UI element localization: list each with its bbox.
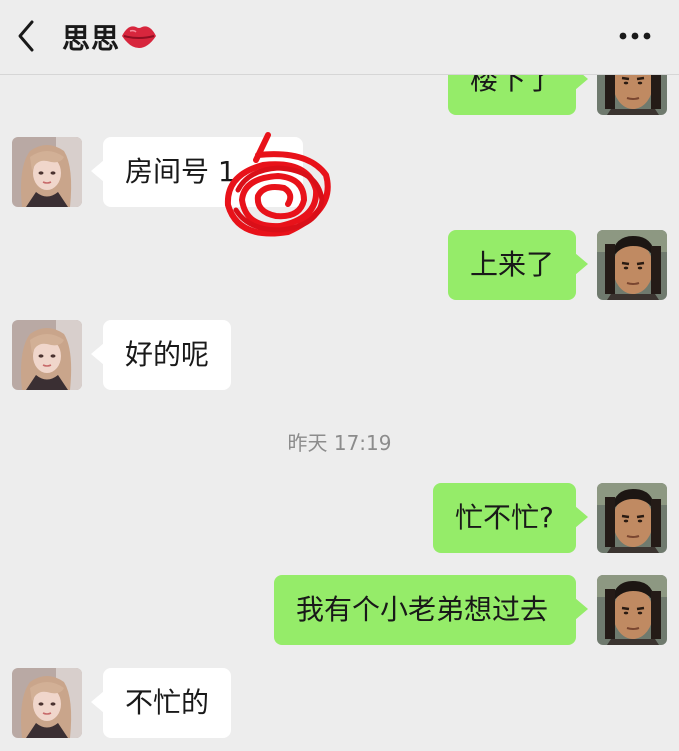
more-options-button[interactable] (612, 24, 658, 48)
back-button[interactable] (10, 16, 46, 56)
message-timestamp: 昨天 17:19 (287, 431, 392, 455)
chat-header: 思思 (0, 0, 679, 75)
message-bubble-outgoing[interactable]: 我有个小老弟想过去 (274, 575, 588, 645)
kiss-lips-icon (122, 26, 156, 48)
contact-avatar[interactable] (12, 137, 82, 207)
message-bubble-outgoing[interactable]: 上来了 (448, 230, 588, 300)
message-bubble-outgoing[interactable]: 楼下了 (448, 75, 588, 115)
message-bubble-outgoing[interactable]: 忙不忙? (433, 483, 588, 553)
my-avatar[interactable] (597, 230, 667, 300)
ellipsis-icon (619, 32, 651, 40)
contact-name[interactable]: 思思 (62, 17, 120, 57)
contact-avatar[interactable] (12, 320, 82, 390)
my-avatar[interactable] (597, 575, 667, 645)
message-bubble-incoming[interactable]: 好的呢 (91, 320, 231, 390)
my-avatar[interactable] (597, 483, 667, 553)
message-bubble-incoming[interactable]: 房间号 1 (91, 137, 303, 207)
contact-avatar[interactable] (12, 668, 82, 738)
chevron-left-icon (18, 20, 34, 52)
message-list[interactable]: 楼下了 房间号 1 上来了 好的呢 昨天 17:19 忙不忙? 我有个小老弟想过… (0, 75, 679, 751)
my-avatar[interactable] (597, 75, 667, 115)
message-bubble-incoming[interactable]: 不忙的 (91, 668, 231, 738)
